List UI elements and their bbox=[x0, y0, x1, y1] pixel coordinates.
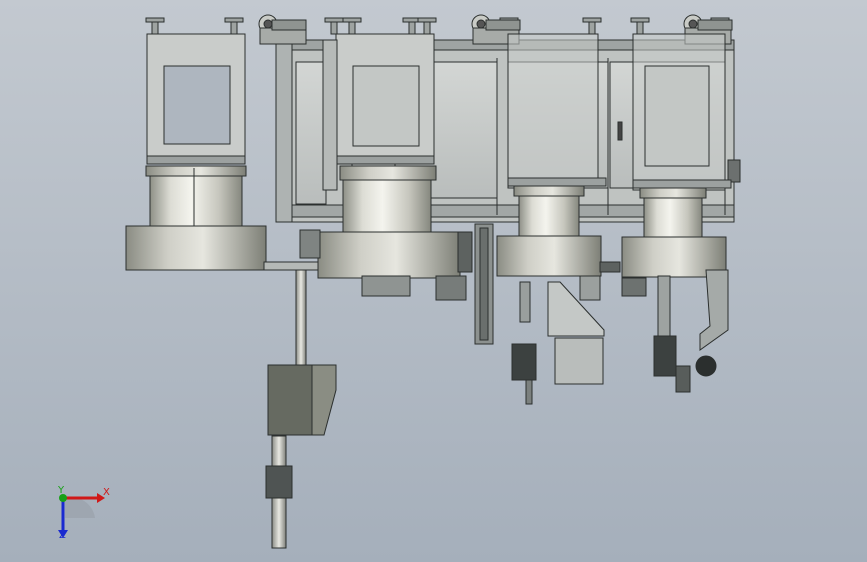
leveling-foot bbox=[342, 17, 362, 35]
leveling-foot bbox=[324, 17, 344, 35]
vertical-shaft-upper bbox=[295, 269, 307, 367]
machine-assembly-model[interactable] bbox=[0, 0, 867, 562]
sensor-block bbox=[435, 275, 467, 301]
actuator-assembly bbox=[653, 275, 691, 393]
leveling-foot bbox=[417, 17, 437, 35]
cabinet-side-mount bbox=[727, 159, 741, 183]
cylindrical-drum bbox=[145, 165, 247, 233]
door-handle bbox=[617, 121, 623, 141]
support-frame bbox=[507, 33, 607, 187]
sensor-block bbox=[361, 275, 411, 297]
linear-rail-core bbox=[479, 227, 489, 341]
leveling-foot bbox=[224, 17, 244, 35]
turntable-ring bbox=[496, 235, 602, 277]
cad-viewport[interactable]: X Y Z bbox=[0, 0, 867, 562]
bent-bracket bbox=[695, 269, 729, 377]
x-axis-label: X bbox=[103, 487, 110, 498]
cabinet-panel-1 bbox=[295, 61, 327, 205]
sensor-block bbox=[579, 275, 601, 301]
turntable-rings bbox=[125, 225, 727, 279]
sensor-block bbox=[621, 277, 647, 297]
hook-fitting bbox=[258, 14, 307, 45]
sensor-block bbox=[599, 261, 621, 273]
support-frame bbox=[632, 33, 732, 191]
cylindrical-drum bbox=[513, 185, 585, 237]
bracket-block bbox=[457, 231, 473, 273]
cylindrical-drum bbox=[639, 187, 707, 239]
actuator-assembly bbox=[511, 281, 537, 405]
support-frame bbox=[146, 33, 246, 165]
actuator-assemblies bbox=[511, 269, 729, 405]
shaft-coupling bbox=[265, 465, 293, 499]
z-axis-label: Z bbox=[59, 530, 66, 541]
y-axis-label: Y bbox=[58, 485, 65, 496]
leveling-foot bbox=[630, 17, 650, 35]
triad-shadow bbox=[65, 497, 95, 518]
leveling-foot bbox=[582, 17, 602, 35]
cabinet-post-left bbox=[275, 39, 293, 223]
cylindrical-drum bbox=[339, 165, 437, 233]
sensor-block bbox=[299, 229, 321, 259]
leveling-foot bbox=[145, 17, 165, 35]
leveling-feet bbox=[145, 17, 730, 35]
control-box bbox=[554, 337, 604, 385]
gearbox-block bbox=[267, 364, 337, 436]
turntable-ring bbox=[125, 225, 267, 271]
turntable-ring bbox=[317, 231, 461, 279]
connecting-arm bbox=[263, 261, 319, 271]
vertical-drive bbox=[265, 269, 337, 549]
